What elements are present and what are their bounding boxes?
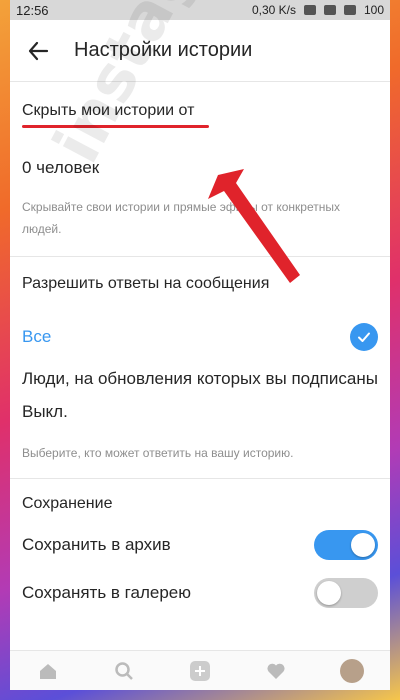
header: Настройки истории bbox=[10, 20, 390, 82]
heart-icon[interactable] bbox=[264, 659, 288, 683]
reply-option-label: Все bbox=[22, 327, 52, 346]
arrow-left-icon bbox=[28, 41, 49, 60]
status-bar: 12:56 0,30 K/s 100 bbox=[10, 0, 390, 20]
profile-avatar[interactable] bbox=[340, 658, 364, 683]
saving-section-title: Сохранение bbox=[22, 495, 113, 512]
archive-toggle[interactable] bbox=[314, 530, 378, 560]
battery-level: 100 bbox=[363, 3, 384, 17]
alarm-icon bbox=[303, 5, 316, 15]
archive-row: Сохранить в архив bbox=[10, 529, 390, 561]
status-time: 12:56 bbox=[16, 2, 49, 18]
replies-hint: Выберите, кто может ответить на вашу ист… bbox=[22, 446, 294, 460]
red-arrow-annotation bbox=[208, 169, 300, 283]
gallery-row: Сохранять в галерею bbox=[10, 577, 390, 609]
gallery-label: Сохранять в галерею bbox=[22, 583, 191, 602]
bottom-nav bbox=[10, 650, 390, 690]
toggle-knob bbox=[317, 581, 341, 605]
reply-option-following[interactable]: Люди, на обновления которых вы подписаны bbox=[10, 365, 390, 392]
red-underline-annotation bbox=[22, 125, 209, 128]
back-button[interactable] bbox=[16, 29, 60, 73]
archive-label: Сохранить в архив bbox=[22, 535, 171, 554]
network-speed: 0,30 K/s bbox=[251, 3, 296, 17]
gallery-toggle[interactable] bbox=[314, 578, 378, 608]
reply-option-off[interactable]: Выкл. bbox=[10, 402, 390, 422]
phone-screen: 12:56 0,30 K/s 100 Настройки истории Скр… bbox=[10, 0, 390, 690]
signal-icon bbox=[343, 5, 356, 15]
toggle-knob bbox=[351, 533, 375, 557]
home-icon[interactable] bbox=[36, 659, 60, 683]
wifi-icon bbox=[323, 5, 336, 15]
settings-list: Скрыть мои истории от 0 человек Скрывайт… bbox=[10, 82, 390, 609]
hide-section-title: Скрыть мои истории от bbox=[22, 102, 195, 119]
reply-option-everyone[interactable]: Все bbox=[10, 323, 390, 351]
checkmark-icon bbox=[350, 323, 378, 351]
add-post-icon[interactable] bbox=[188, 659, 212, 683]
search-icon[interactable] bbox=[112, 659, 136, 683]
page-title: Настройки истории bbox=[74, 39, 253, 61]
